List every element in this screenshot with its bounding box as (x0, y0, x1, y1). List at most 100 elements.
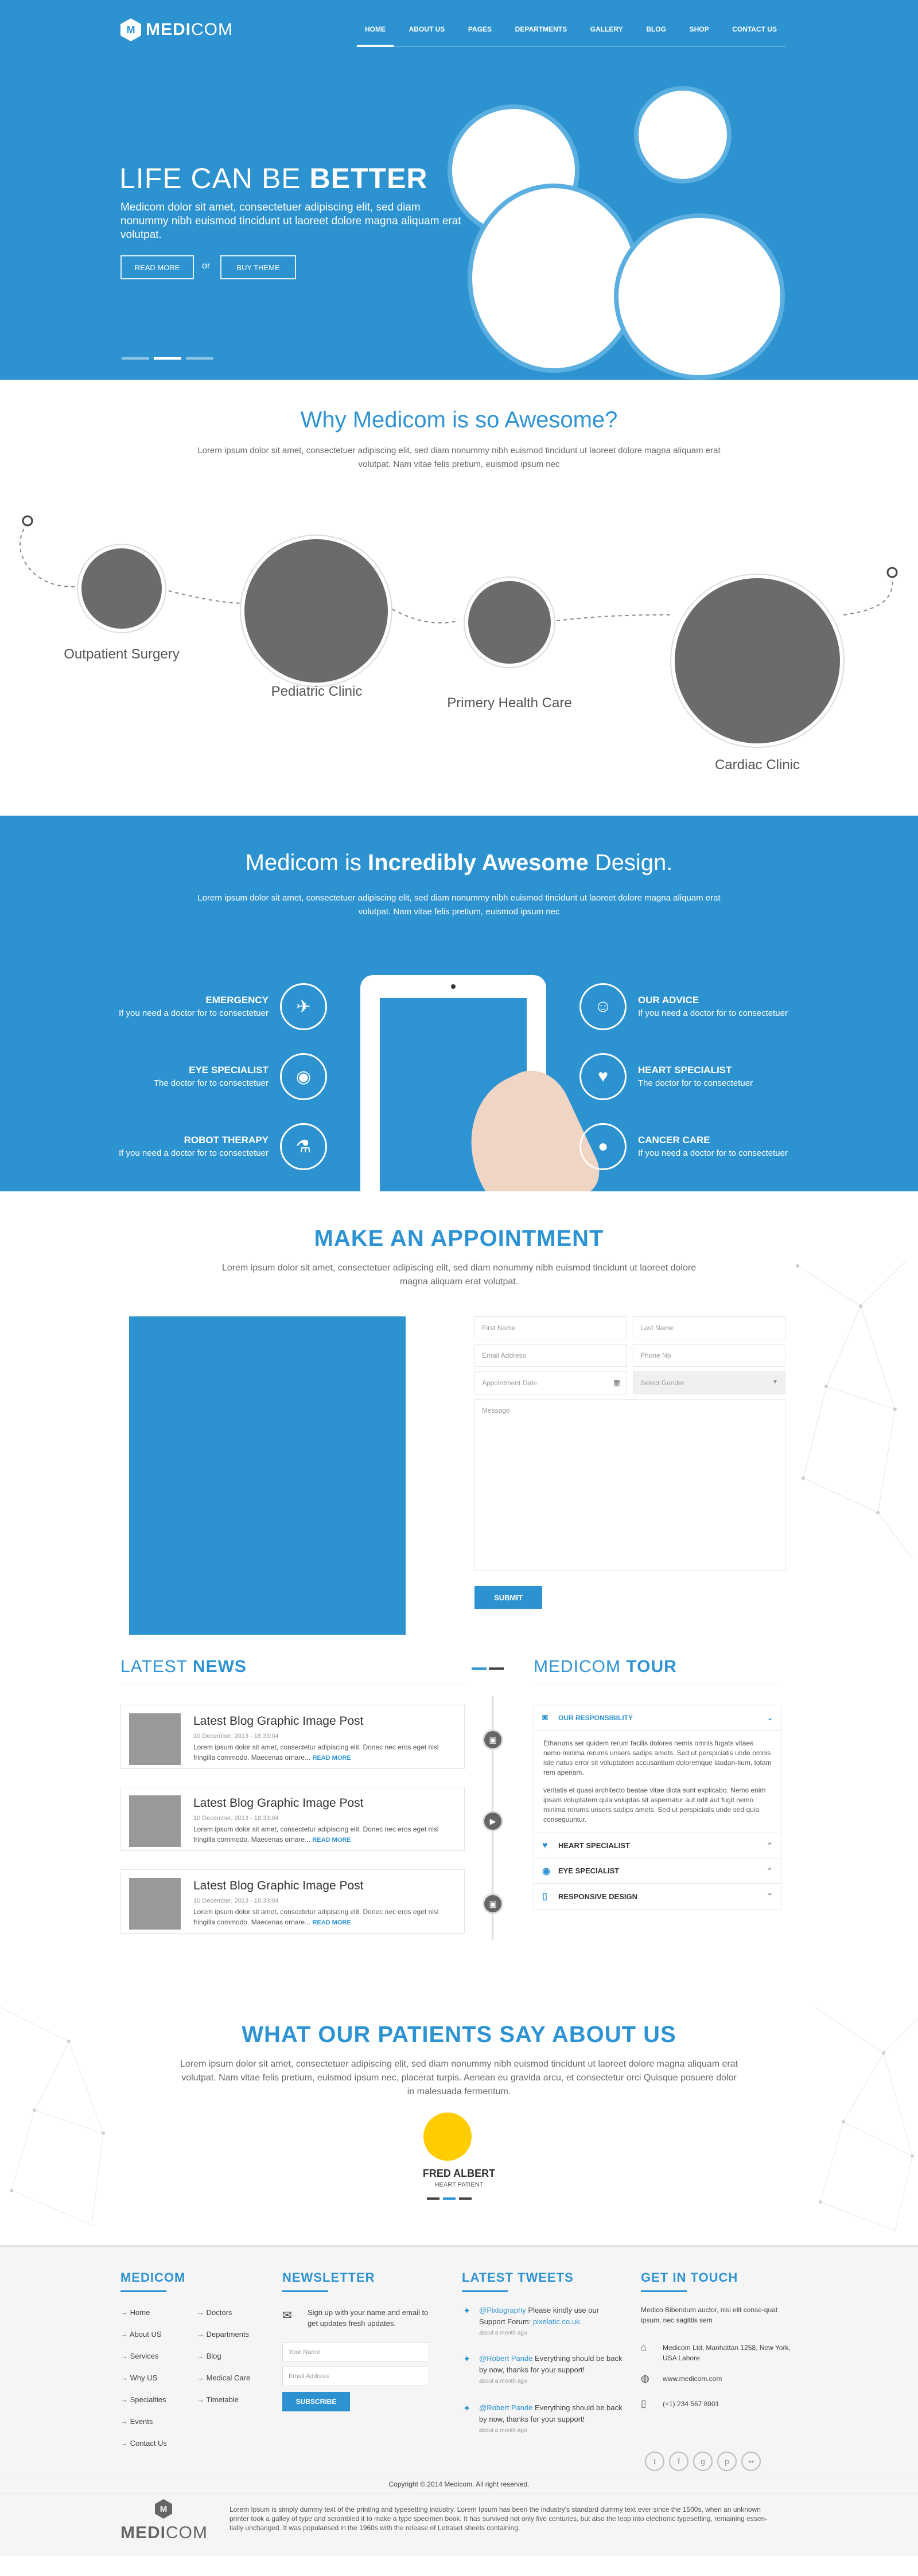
nav-about-us[interactable]: ABOUT US (409, 25, 445, 33)
footer-link[interactable]: Doctors (197, 2308, 232, 2317)
feature-emergency[interactable]: EMERGENCY If you need a doctor for to con… (119, 983, 327, 1030)
chevron-down-icon: ⌄ (767, 1713, 773, 1722)
testimonials-title: WHAT OUR PATIENTS SAY ABOUT US (242, 2022, 676, 2047)
appointment-title: MAKE AN APPOINTMENT (314, 1226, 604, 1251)
nav-home[interactable]: HOME (357, 25, 394, 47)
first-name-input[interactable]: First Name (474, 1316, 627, 1339)
clinic-label: Pediatric Clinic (271, 684, 363, 699)
feature-heart-specialist[interactable]: ♥ HEART SPECIALIST The doctor for to cons… (579, 1053, 753, 1100)
latest-news-title: LATEST NEWS (120, 1657, 247, 1676)
clinic-circle-cardiac[interactable] (671, 575, 843, 747)
tweet-handle[interactable]: @Robert Pande (479, 2354, 532, 2363)
slider-dot[interactable] (122, 357, 149, 360)
bottom-brand[interactable]: MEDICOM (120, 2523, 208, 2543)
appointment-section: MAKE AN APPOINTMENT Lorem ipsum dolor si… (0, 1191, 918, 1656)
news-excerpt: Lorem ipsum dolor sit amet, consectetur … (193, 1743, 439, 1761)
news-title[interactable]: Latest Blog Graphic Image Post (193, 1796, 364, 1810)
testimonial-dot-active[interactable] (443, 2197, 456, 2200)
clinic-label: Cardiac Clinic (714, 757, 800, 773)
news-title[interactable]: Latest Blog Graphic Image Post (193, 1714, 364, 1728)
appointment-date-input[interactable]: Appointment Date ▦ (474, 1371, 627, 1394)
facebook-icon[interactable]: f (669, 2452, 688, 2471)
footer-link[interactable]: Blog (197, 2352, 221, 2360)
news-title[interactable]: Latest Blog Graphic Image Post (193, 1879, 364, 1893)
nav-blog[interactable]: BLOG (646, 25, 666, 33)
footer-link[interactable]: Specialties (120, 2395, 166, 2404)
footer-link[interactable]: Contact Us (120, 2439, 167, 2448)
flickr-icon[interactable]: •• (741, 2452, 761, 2471)
footer-link[interactable]: Services (120, 2352, 159, 2360)
hero-bubble (634, 86, 732, 184)
testimonial-quote: Lorem ipsum dolor sit amet, consectetuer… (180, 2059, 738, 2096)
read-more-link[interactable]: READ MORE (312, 1919, 351, 1926)
nav-gallery[interactable]: GALLERY (590, 25, 623, 33)
slider-dot-active[interactable] (154, 357, 181, 360)
footer-link[interactable]: Home (120, 2308, 150, 2317)
why-section: Why Medicom is so Awesome? Lorem ipsum d… (0, 380, 918, 816)
nav-pages[interactable]: PAGES (468, 25, 492, 33)
logo[interactable]: M MEDICOM (120, 18, 233, 41)
news-prev-control[interactable] (472, 1667, 487, 1670)
nav-departments[interactable]: DEPARTMENTS (515, 25, 567, 33)
nav-shop[interactable]: SHOP (690, 25, 709, 33)
twitter-icon[interactable]: t (645, 2452, 664, 2471)
news-card[interactable]: Latest Blog Graphic Image Post 10 Decemb… (120, 1869, 465, 1934)
accordion-header-responsibility[interactable]: ◙ OUR RESPONSIBILITY ⌄ (534, 1705, 781, 1731)
pinterest-icon[interactable]: p (717, 2452, 737, 2471)
network-decoration (796, 1260, 913, 1558)
testimonial-dot[interactable] (427, 2197, 439, 2200)
phone-input[interactable]: Phone No (633, 1344, 785, 1367)
nav-contact-us[interactable]: CONTACT US (732, 25, 777, 33)
slider-dot[interactable] (186, 357, 213, 360)
footer-link[interactable]: Medical Care (197, 2374, 251, 2382)
accordion-header-heart[interactable]: ♥ HEART SPECIALIST ⌃ (534, 1833, 781, 1858)
google-plus-icon[interactable]: g (693, 2452, 713, 2471)
tweet: ✦ @Robert Pande Everything should be bac… (463, 2403, 623, 2434)
globe-icon: ◍ (641, 2373, 649, 2384)
feature-our-advice[interactable]: ☺ OUR ADVICE If you need a doctor for to … (579, 983, 788, 1030)
gender-select[interactable]: Select Gender ▼ (633, 1371, 785, 1394)
news-thumbnail (129, 1795, 181, 1847)
read-more-button[interactable]: READ MORE (120, 255, 194, 279)
news-next-control[interactable] (489, 1667, 504, 1670)
features-text: Lorem ipsum dolor sit amet, consectetuer… (197, 893, 721, 917)
submit-button[interactable]: SUBMIT (474, 1586, 542, 1609)
accordion-header-eye[interactable]: ◉ EYE SPECIALIST ⌃ (534, 1858, 781, 1884)
footer-link[interactable]: About US (120, 2330, 162, 2339)
news-excerpt: Lorem ipsum dolor sit amet, consectetur … (193, 1825, 439, 1844)
email-input[interactable]: Email Address (474, 1344, 627, 1367)
read-more-link[interactable]: READ MORE (312, 1755, 351, 1761)
footer-link[interactable]: Events (120, 2417, 153, 2426)
last-name-input[interactable]: Last Name (633, 1316, 785, 1339)
news-card[interactable]: Latest Blog Graphic Image Post 10 Decemb… (120, 1705, 465, 1769)
newsletter-name-input[interactable]: Your Name (282, 2343, 429, 2362)
tweet-link[interactable]: pixelatic.co.uk. (533, 2317, 582, 2326)
news-card[interactable]: Latest Blog Graphic Image Post 10 Decemb… (120, 1787, 465, 1851)
newsletter-email-input[interactable]: Email Address (282, 2367, 429, 2386)
clinic-circle-primary-care[interactable] (465, 578, 554, 667)
chevron-up-icon: ⌃ (767, 1892, 773, 1900)
buy-theme-button[interactable]: BUY THEME (220, 255, 296, 279)
subscribe-button[interactable]: SUBSCRIBE (282, 2392, 350, 2411)
tweet-handle[interactable]: @Pixtography (479, 2306, 526, 2314)
feature-eye-specialist[interactable]: EYE SPECIALIST The doctor for to consecte… (154, 1053, 327, 1100)
drop-icon: ● (579, 1123, 627, 1170)
bottom-logo-hex-icon: M (155, 2499, 172, 2519)
read-more-link[interactable]: READ MORE (312, 1837, 351, 1844)
tweet-handle[interactable]: @Robert Pande (479, 2403, 532, 2412)
footer-link[interactable]: Timetable (197, 2395, 239, 2404)
footer-link[interactable]: Why US (120, 2374, 158, 2382)
clinic-circle-outpatient[interactable] (78, 545, 165, 632)
feature-robot-therapy[interactable]: ROBOT THERAPY If you need a doctor for to… (119, 1123, 327, 1170)
message-textarea[interactable]: Message (474, 1399, 785, 1571)
accordion-header-responsive[interactable]: ▯ RESPONSIVE DESIGN ⌃ (534, 1884, 781, 1909)
testimonials-section: WHAT OUR PATIENTS SAY ABOUT US Lorem ips… (0, 1984, 918, 2245)
calendar-icon: ▦ (613, 1378, 621, 1387)
feature-cancer-care[interactable]: ● CANCER CARE If you need a doctor for to… (579, 1123, 788, 1170)
newsletter-text: Sign up with your name and email to get … (308, 2308, 429, 2328)
website[interactable]: ◍ www.medicom.com (641, 2374, 795, 2384)
footer-link[interactable]: Departments (197, 2330, 249, 2339)
logo-hex-icon: M (120, 18, 141, 41)
testimonial-dot[interactable] (459, 2197, 472, 2200)
clinic-circle-pediatric[interactable] (241, 536, 391, 686)
